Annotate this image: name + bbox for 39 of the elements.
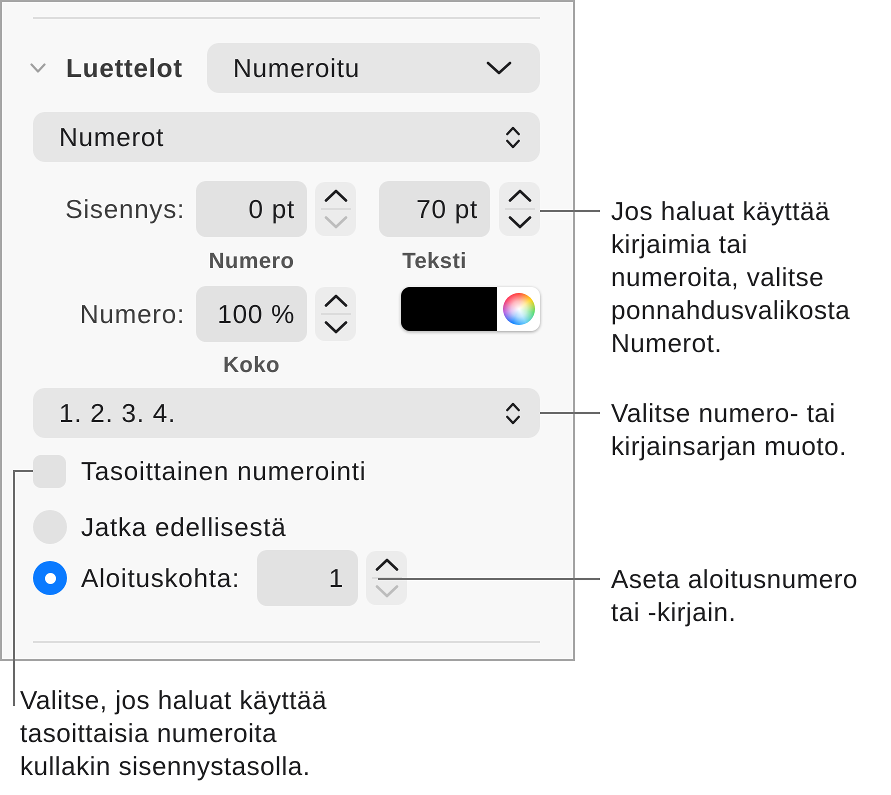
popup-button[interactable]: 1. 2. 3. 4.	[33, 388, 540, 438]
callout-text: Aseta aloitusnumero tai -kirjain.	[611, 563, 859, 629]
radio-label[interactable]: Aloituskohta:	[81, 558, 240, 598]
callout-text: Valitse numero- tai kirjainsarjan muoto.	[611, 397, 848, 463]
number-field[interactable]: 70 pt	[379, 181, 490, 237]
leader-line	[540, 412, 600, 414]
chevron-down-icon[interactable]	[324, 321, 348, 334]
checkbox[interactable]	[33, 454, 66, 488]
field-caption: Koko	[223, 350, 280, 378]
number-field[interactable]: 100 %	[196, 286, 307, 342]
radio-label[interactable]: Jatka edellisestä	[81, 508, 286, 546]
number-field[interactable]: 1	[257, 550, 358, 606]
field-label: Sisennys:	[65, 192, 185, 226]
color-wheel-icon[interactable]	[502, 293, 534, 325]
stepper[interactable]	[499, 182, 540, 236]
field-caption: Numero	[208, 246, 294, 274]
callout-text: Jos haluat käyttää kirjaimia tai numeroita, valitse ponnahdusvalikosta Numerot.	[611, 195, 852, 360]
field-label: Numero:	[80, 298, 185, 330]
stepper[interactable]	[315, 287, 356, 341]
stepper[interactable]	[366, 551, 408, 605]
stepper[interactable]	[315, 182, 356, 236]
popup-button[interactable]: Numerot	[33, 112, 540, 162]
checkbox-label[interactable]: Tasoittainen numerointi	[81, 452, 366, 490]
callout-text: Valitse, jos haluat käyttää tasoittaisia numeroita kullakin sisennystasolla.	[20, 684, 328, 783]
up-down-chevron-icon	[505, 126, 521, 148]
chevron-up-icon[interactable]	[324, 189, 348, 202]
chevron-down-icon[interactable]	[508, 216, 532, 229]
radio-button[interactable]	[33, 561, 67, 595]
leader-line	[540, 210, 600, 212]
chevron-down-icon	[486, 61, 512, 75]
up-down-chevron-icon	[505, 402, 521, 424]
section-title: Luettelot	[66, 52, 183, 84]
popup-button[interactable]: Numeroitu	[207, 43, 540, 93]
chevron-up-icon[interactable]	[508, 189, 532, 202]
chevron-up-icon[interactable]	[374, 558, 399, 571]
color-well[interactable]	[401, 287, 540, 331]
chevron-up-icon[interactable]	[324, 294, 348, 307]
number-field[interactable]: 0 pt	[196, 181, 307, 237]
field-caption: Teksti	[402, 246, 467, 274]
